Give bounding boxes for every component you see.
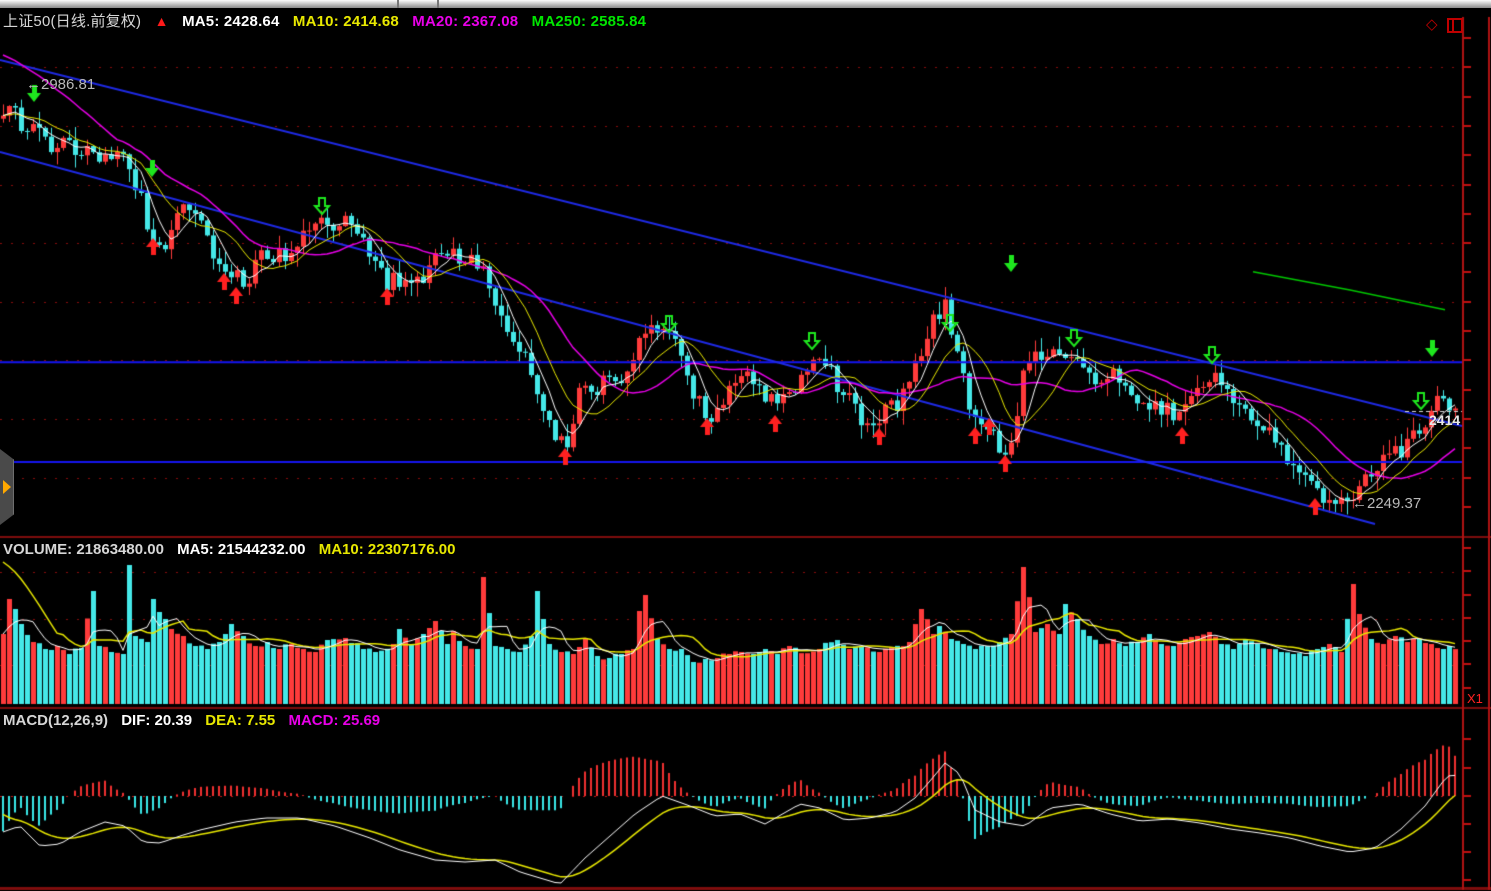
macd-name-label: MACD(12,26,9) [3,712,108,729]
expand-arrow-icon [3,480,11,494]
ma250-label: MA250: 2585.84 [532,13,647,30]
volume-ma5-label: MA5: 21544232.00 [177,541,305,558]
toolbar-notch [437,0,439,8]
ma5-label: MA5: 2428.64 [182,13,279,30]
price-pane-header: 上证50(日线.前复权) ▲ MA5: 2428.64 MA10: 2414.6… [3,10,655,31]
instrument-title: 上证50(日线.前复权) [3,13,141,30]
scale-multiplier-label: X1 [1467,691,1483,706]
ma20-label: MA20: 2367.08 [412,13,518,30]
volume-ma10-label: MA10: 22307176.00 [319,541,456,558]
macd-pane-header: MACD(12,26,9) DIF: 20.39 DEA: 7.55 MACD:… [3,712,389,729]
diamond-icon[interactable]: ◇ [1426,15,1438,33]
volume-pane-header: VOLUME: 21863480.00 MA5: 21544232.00 MA1… [3,541,464,558]
last-price-label: 2414 [1429,412,1460,428]
left-panel-expander[interactable] [0,449,14,525]
toolbar-notch [397,0,399,8]
buy-signal-legend-icon: ▲ [155,13,169,29]
split-window-icon-divider [1452,20,1454,31]
high-price-annotation: ←2986.81 [26,76,95,93]
low-price-annotation: ←2249.37 [1352,495,1421,512]
macd-dea-label: DEA: 7.55 [205,712,275,729]
ma10-label: MA10: 2414.68 [293,13,399,30]
window-top-strip [0,0,1491,8]
split-window-icon[interactable] [1447,18,1463,33]
volume-value-label: VOLUME: 21863480.00 [3,541,164,558]
app-window: 上证50(日线.前复权) ▲ MA5: 2428.64 MA10: 2414.6… [0,0,1491,891]
macd-value-label: MACD: 25.69 [288,712,380,729]
macd-dif-label: DIF: 20.39 [121,712,192,729]
chart-canvas[interactable] [0,0,1491,891]
